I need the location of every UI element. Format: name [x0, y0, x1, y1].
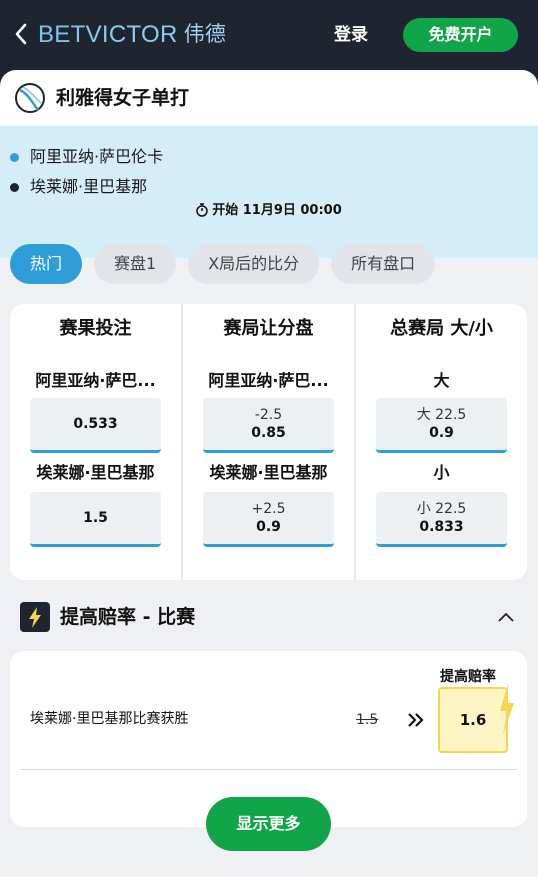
player2-dot-icon — [10, 183, 19, 192]
chevron-up-icon[interactable] — [496, 608, 516, 628]
divider — [20, 769, 517, 770]
odds-price: 0.533 — [73, 416, 118, 432]
selection-label: 埃莱娜·里巴基那 — [36, 463, 155, 482]
market-title: 赛局让分盘 — [223, 318, 314, 339]
start-time-text: 开始 11月9日 00:00 — [212, 203, 342, 218]
boost-selection-label: 埃莱娜·里巴基那比赛获胜 — [30, 711, 189, 727]
register-button[interactable]: 免费开户 — [403, 18, 518, 52]
market-title: 赛果投注 — [59, 318, 132, 339]
market-tabs: 热门 赛盘1 X局后的比分 所有盘口 — [10, 244, 436, 284]
odds-line: 大 22.5 — [416, 407, 467, 423]
odds-line: 小 22.5 — [416, 501, 467, 517]
start-time: 开始 11月9日 00:00 — [0, 200, 538, 222]
boost-section-header[interactable]: 提高赔率 - 比赛 — [0, 596, 538, 642]
selection-label: 阿里亚纳·萨巴... — [208, 371, 329, 390]
player-1: 阿里亚纳·萨巴伦卡 — [30, 147, 164, 166]
player-2: 埃莱娜·里巴基那 — [30, 177, 148, 196]
boosted-odds-label: 提高赔率 — [440, 669, 496, 685]
player1-dot-icon — [10, 153, 19, 162]
odds-button[interactable]: -2.5 0.85 — [203, 398, 334, 453]
odds-button[interactable]: 小 22.5 0.833 — [376, 492, 507, 547]
market-match-result: 赛果投注 阿里亚纳·萨巴... 0.533 埃莱娜·里巴基那 1.5 — [10, 304, 181, 580]
logo-bet-text: BET — [38, 21, 86, 48]
tennis-ball-icon — [15, 83, 45, 113]
tab-set1[interactable]: 赛盘1 — [94, 244, 177, 284]
odds-price: 0.9 — [429, 425, 454, 441]
odds-line: +2.5 — [251, 501, 286, 517]
betvictor-logo[interactable]: BET VICTOR 伟德 — [38, 20, 226, 50]
double-chevron-right-icon — [408, 713, 424, 727]
logo-victor-text: VICTOR — [85, 21, 178, 48]
odds-button[interactable]: 0.533 — [30, 398, 161, 453]
selection-label: 小 — [433, 463, 450, 482]
back-arrow-icon[interactable] — [14, 22, 36, 48]
tab-score-after-x-games[interactable]: X局后的比分 — [188, 244, 320, 284]
boost-card: 提高赔率 埃莱娜·里巴基那比赛获胜 1.5 1.6 显示更多 — [10, 651, 527, 851]
odds-price: 0.85 — [251, 425, 286, 441]
odds-button[interactable]: 1.5 — [30, 492, 161, 547]
odds-price: 0.833 — [419, 519, 464, 535]
event-title: 利雅得女子单打 — [56, 87, 190, 109]
lightning-icon — [20, 602, 50, 632]
selection-label: 埃莱娜·里巴基那 — [209, 463, 328, 482]
odds-price: 0.9 — [256, 519, 281, 535]
odds-button[interactable]: 大 22.5 0.9 — [376, 398, 507, 453]
odds-price: 1.5 — [83, 510, 108, 526]
markets-panel: 赛果投注 阿里亚纳·萨巴... 0.533 埃莱娜·里巴基那 1.5 赛局让分盘… — [10, 304, 527, 580]
boost-section-title: 提高赔率 - 比赛 — [60, 606, 196, 628]
selection-label: 阿里亚纳·萨巴... — [35, 371, 156, 390]
show-more-button[interactable]: 显示更多 — [206, 797, 331, 851]
market-game-handicap: 赛局让分盘 阿里亚纳·萨巴... -2.5 0.85 埃莱娜·里巴基那 +2.5… — [181, 304, 354, 580]
market-total-games: 总赛局 大/小 大 大 22.5 0.9 小 小 22.5 0.833 — [354, 304, 527, 580]
stopwatch-icon — [196, 203, 208, 217]
selection-label: 大 — [433, 371, 450, 390]
event-info: 阿里亚纳·萨巴伦卡 埃莱娜·里巴基那 开始 11月9日 00:00 — [0, 126, 538, 258]
odds-button[interactable]: +2.5 0.9 — [203, 492, 334, 547]
login-button[interactable]: 登录 — [334, 22, 368, 48]
tab-all-markets[interactable]: 所有盘口 — [331, 244, 436, 284]
event-header: 利雅得女子单打 — [0, 70, 538, 126]
original-price: 1.5 — [356, 712, 379, 728]
odds-line: -2.5 — [254, 407, 283, 423]
event-card: 利雅得女子单打 阿里亚纳·萨巴伦卡 埃莱娜·里巴基那 开始 11月9日 00:0… — [0, 70, 538, 258]
tab-popular[interactable]: 热门 — [10, 244, 83, 284]
boost-lightning-icon — [500, 683, 514, 735]
market-title: 总赛局 大/小 — [390, 318, 493, 339]
logo-cn-text: 伟德 — [183, 23, 227, 46]
